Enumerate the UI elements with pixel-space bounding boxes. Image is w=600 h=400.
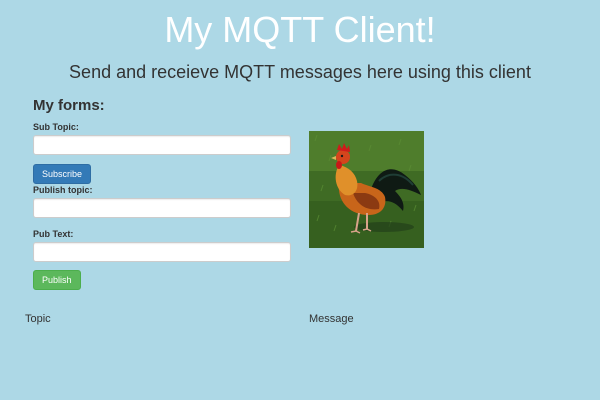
publish-topic-input[interactable] <box>33 198 291 218</box>
page-title: My MQTT Client! <box>164 9 436 50</box>
topic-column-header: Topic <box>25 313 51 325</box>
sub-topic-label: Sub Topic: <box>33 122 79 132</box>
sub-topic-input[interactable] <box>33 135 291 155</box>
forms-heading: My forms: <box>33 97 105 114</box>
message-column-header: Message <box>309 313 354 325</box>
publish-button[interactable]: Publish <box>33 270 81 290</box>
page-subtitle: Send and receieve MQTT messages here usi… <box>69 62 531 82</box>
subscribe-button[interactable]: Subscribe <box>33 164 92 184</box>
pub-text-input[interactable] <box>33 242 291 262</box>
pub-text-label: Pub Text: <box>33 229 74 239</box>
publish-topic-label: Publish topic: <box>33 185 93 195</box>
rooster-image <box>309 131 424 248</box>
